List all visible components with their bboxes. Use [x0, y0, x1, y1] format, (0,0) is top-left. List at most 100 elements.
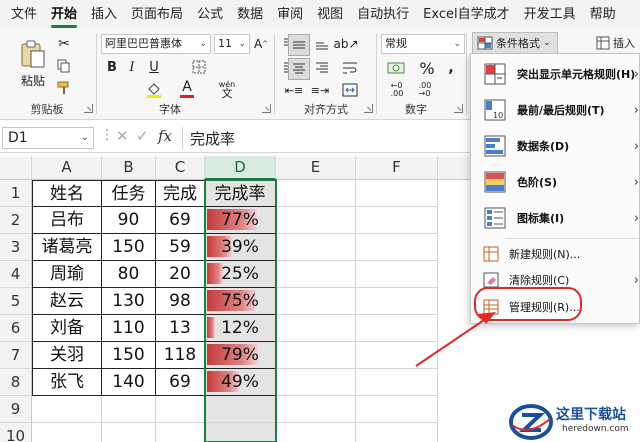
column-header[interactable]: C — [156, 156, 205, 180]
italic-button[interactable]: I — [124, 58, 140, 76]
increase-indent-icon[interactable]: ≡⇥ — [310, 80, 330, 100]
column-header[interactable]: A — [32, 156, 102, 180]
row-header[interactable]: 2 — [0, 207, 32, 234]
cell[interactable] — [356, 369, 438, 396]
font-size-select[interactable]: 11 ⌄ — [214, 34, 250, 54]
column-header[interactable]: D — [205, 156, 276, 180]
cell[interactable]: 赵云 — [32, 288, 102, 315]
cell[interactable]: 25% — [205, 261, 276, 288]
menu-tab[interactable]: 数据 — [230, 0, 270, 30]
menu-tab[interactable]: 文件 — [4, 0, 44, 30]
menu-tab[interactable]: 开始 — [44, 0, 84, 30]
font-color-button[interactable]: A — [178, 78, 196, 100]
cell[interactable]: 130 — [102, 288, 156, 315]
cell[interactable]: 118 — [156, 342, 205, 369]
cell[interactable]: 69 — [156, 207, 205, 234]
cell[interactable]: 诸葛亮 — [32, 234, 102, 261]
decrease-decimal-icon[interactable]: .00 →0 — [414, 80, 436, 100]
cell[interactable] — [356, 315, 438, 342]
font-name-select[interactable]: 阿里巴巴普惠体 ⌄ — [101, 34, 211, 54]
cell[interactable] — [276, 207, 356, 234]
cell[interactable]: 关羽 — [32, 342, 102, 369]
menu-tab[interactable]: 帮助 — [583, 0, 623, 30]
row-header[interactable]: 7 — [0, 342, 32, 369]
cell[interactable] — [276, 315, 356, 342]
cell[interactable]: 周瑜 — [32, 261, 102, 288]
alignment-launcher-icon[interactable] — [364, 104, 373, 113]
cf-menu-item-highlight-cells-rules[interactable]: 突出显示单元格规则(H) › — [471, 57, 639, 91]
cf-menu-item-new-rule[interactable]: 新建规则(N)... — [471, 242, 639, 266]
cell[interactable]: 77% — [205, 207, 276, 234]
cell[interactable]: 49% — [205, 369, 276, 396]
row-header[interactable]: 6 — [0, 315, 32, 342]
cut-icon[interactable]: ✂ — [56, 36, 72, 52]
paste-button[interactable]: 粘贴 — [14, 36, 52, 92]
phonetic-button[interactable]: wén 文 — [216, 78, 238, 100]
cell[interactable]: 20 — [156, 261, 205, 288]
decrease-indent-icon[interactable]: ⇤≡ — [284, 80, 304, 100]
currency-icon[interactable] — [384, 58, 408, 78]
cell[interactable]: 75% — [205, 288, 276, 315]
cell[interactable]: 12% — [205, 315, 276, 342]
cell[interactable]: 150 — [102, 342, 156, 369]
cf-menu-item-top-bottom-rules[interactable]: 10 最前/最后规则(T) › — [471, 93, 639, 127]
cell[interactable] — [156, 396, 205, 423]
font-launcher-icon[interactable] — [262, 104, 271, 113]
menu-tab[interactable]: 自动执行 — [350, 0, 416, 30]
cf-menu-item-color-scales[interactable]: 色阶(S) › — [471, 165, 639, 199]
cell[interactable] — [205, 396, 276, 423]
cell[interactable] — [276, 180, 356, 207]
cell[interactable]: 110 — [102, 315, 156, 342]
comma-style-icon[interactable]: , — [442, 58, 460, 78]
menu-tab[interactable]: 公式 — [190, 0, 230, 30]
cell[interactable] — [102, 396, 156, 423]
name-box[interactable]: D1 ⌄ — [2, 127, 94, 149]
enter-icon[interactable]: ✓ — [136, 127, 149, 145]
cell[interactable] — [276, 234, 356, 261]
clipboard-launcher-icon[interactable] — [84, 104, 93, 113]
cell[interactable] — [32, 423, 102, 442]
cell[interactable] — [156, 423, 205, 442]
row-header[interactable]: 3 — [0, 234, 32, 261]
column-header[interactable]: E — [276, 156, 356, 180]
cell[interactable] — [356, 423, 438, 442]
cell[interactable] — [276, 369, 356, 396]
underline-button[interactable]: U — [146, 58, 162, 76]
cell[interactable]: 150 — [102, 234, 156, 261]
cell[interactable]: 完成 — [156, 180, 205, 207]
row-header[interactable]: 9 — [0, 396, 32, 423]
cell[interactable] — [356, 342, 438, 369]
insert-cells-button[interactable]: 插入 — [594, 32, 640, 54]
cell[interactable]: 90 — [102, 207, 156, 234]
merge-center-icon[interactable] — [340, 80, 360, 100]
cell[interactable] — [356, 396, 438, 423]
menu-tab[interactable]: 审阅 — [270, 0, 310, 30]
cell[interactable]: 13 — [156, 315, 205, 342]
select-all-corner[interactable] — [0, 156, 32, 180]
row-header[interactable]: 5 — [0, 288, 32, 315]
wrap-text-icon[interactable] — [340, 58, 360, 78]
menu-tab[interactable]: Excel自学成才 — [416, 0, 516, 30]
format-painter-icon[interactable] — [56, 80, 72, 96]
align-middle-icon[interactable] — [288, 34, 310, 56]
cell[interactable]: 完成率 — [205, 180, 276, 207]
column-header[interactable]: F — [356, 156, 438, 180]
cell[interactable] — [32, 396, 102, 423]
copy-icon[interactable] — [56, 58, 72, 74]
cell[interactable]: 80 — [102, 261, 156, 288]
column-header[interactable]: B — [102, 156, 156, 180]
cell[interactable] — [102, 423, 156, 442]
cf-menu-item-icon-sets[interactable]: 图标集(I) › — [471, 201, 639, 235]
menu-tab[interactable]: 页面布局 — [124, 0, 190, 30]
cell[interactable] — [276, 288, 356, 315]
increase-font-icon[interactable]: A ^ — [254, 34, 268, 54]
number-format-select[interactable]: 常规 ⌄ — [381, 34, 465, 54]
cell[interactable] — [356, 207, 438, 234]
cell[interactable] — [356, 261, 438, 288]
number-launcher-icon[interactable] — [454, 104, 463, 113]
row-header[interactable]: 8 — [0, 369, 32, 396]
cell[interactable]: 79% — [205, 342, 276, 369]
cell[interactable] — [356, 180, 438, 207]
cell[interactable]: 张飞 — [32, 369, 102, 396]
cancel-icon[interactable]: ✕ — [116, 127, 129, 145]
